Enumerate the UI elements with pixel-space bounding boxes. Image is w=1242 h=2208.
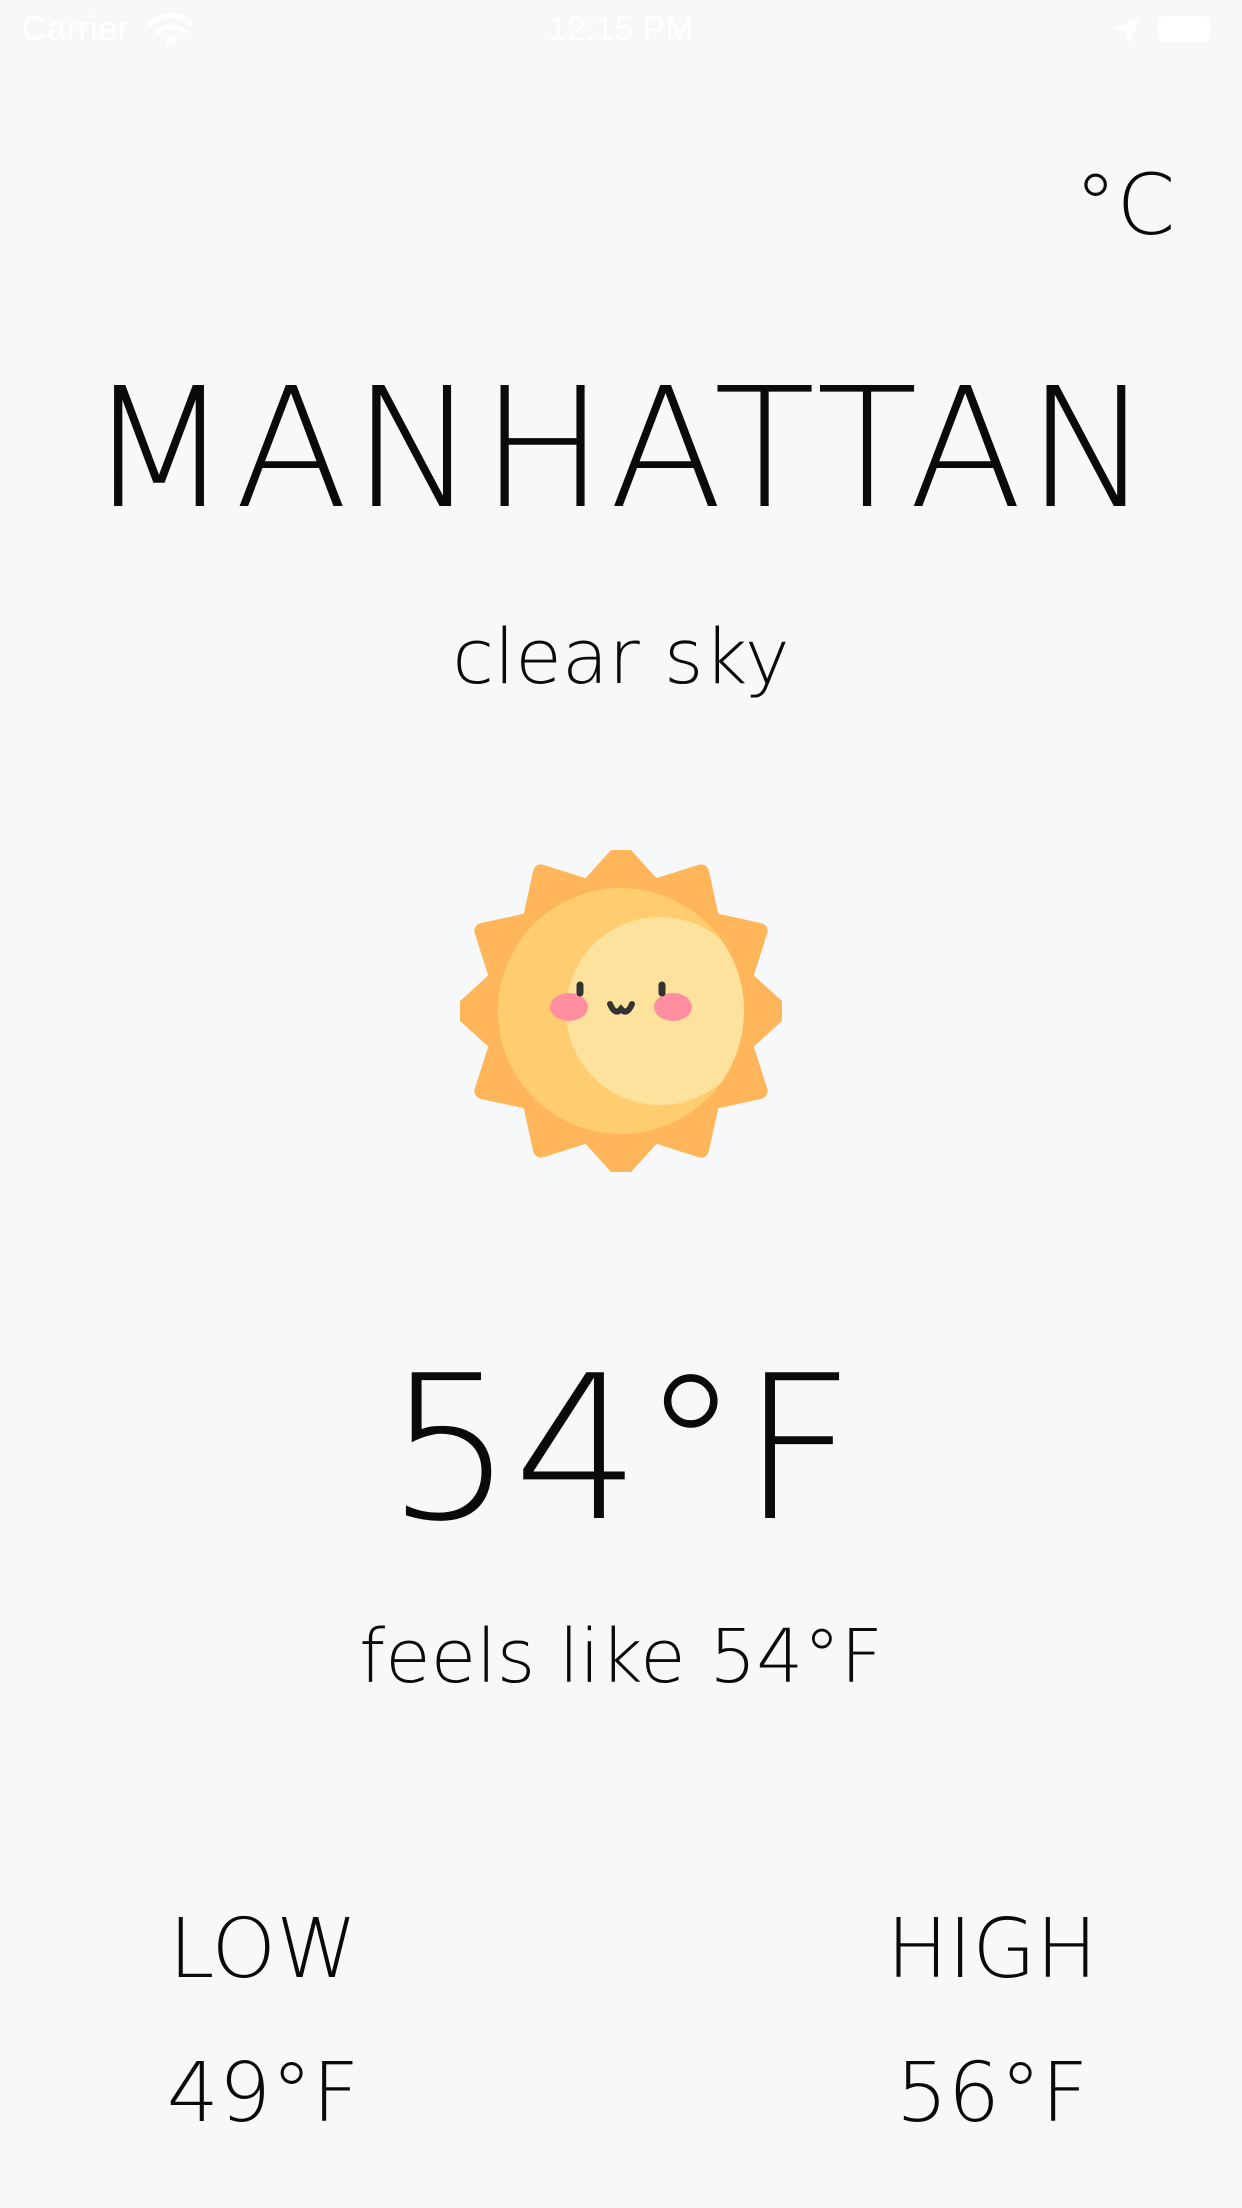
weather-condition: clear sky	[452, 612, 790, 701]
feels-like-temperature: feels like 54°F	[359, 1614, 883, 1700]
sun-mouth	[607, 1001, 635, 1015]
sun-cheek-right	[654, 993, 692, 1021]
status-time: 12:15 PM	[548, 10, 694, 48]
status-bar: Carrier 12:15 PM	[0, 0, 1242, 62]
unit-toggle-button[interactable]: °C	[1070, 150, 1180, 260]
current-temperature: 54°F	[386, 1333, 856, 1566]
location-arrow-icon	[1114, 18, 1140, 44]
high-label: HIGH	[886, 1902, 1098, 1997]
sun-cheek-left	[550, 993, 588, 1021]
city-name: MANHATTAN	[87, 353, 1155, 546]
smiling-sun-icon	[460, 850, 782, 1172]
low-temperature: 49°F	[166, 2046, 360, 2141]
high-temperature: 56°F	[895, 2046, 1089, 2141]
low-label: LOW	[168, 1902, 358, 1997]
battery-icon	[1158, 16, 1210, 42]
